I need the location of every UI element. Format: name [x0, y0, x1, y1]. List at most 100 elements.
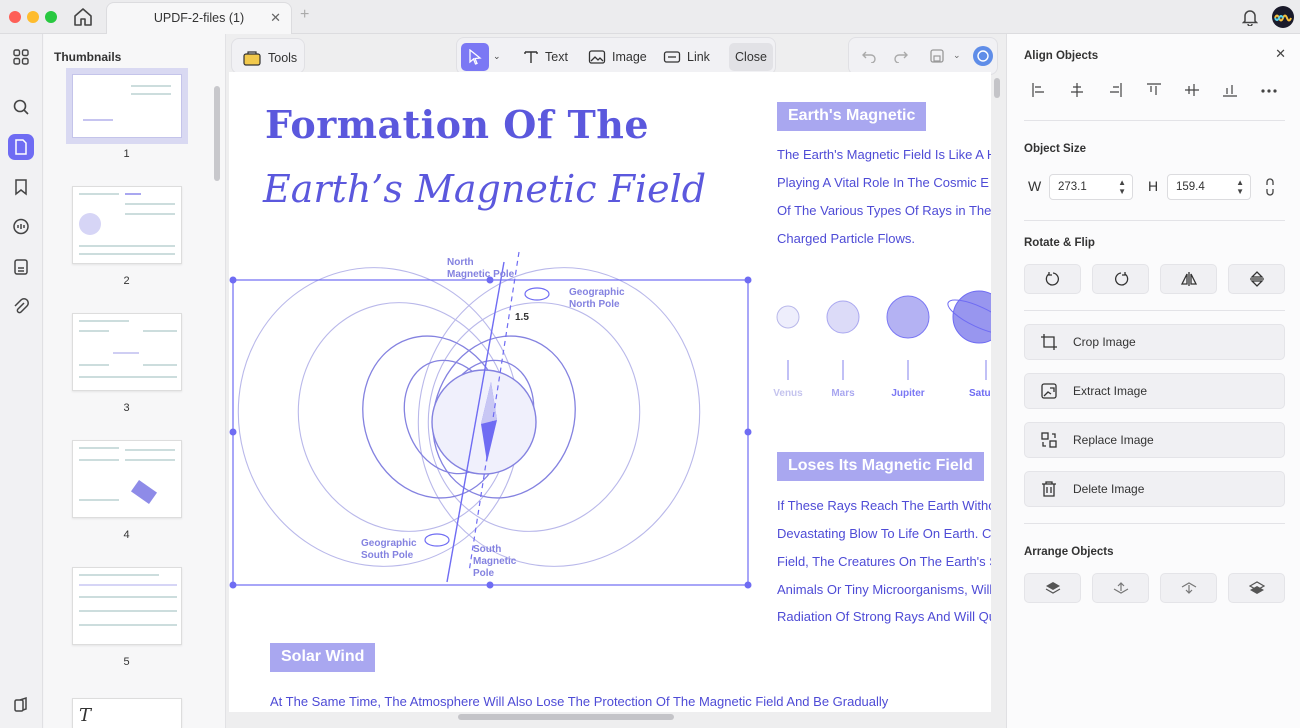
save-icon[interactable] [929, 48, 945, 69]
layers-icon[interactable] [8, 692, 34, 718]
rotate-flip-title: Rotate & Flip [1024, 237, 1095, 249]
send-to-back-icon [1248, 581, 1265, 594]
flip-vertical-button[interactable] [1228, 264, 1285, 294]
trash-icon [1042, 481, 1056, 497]
send-to-back-button[interactable] [1228, 573, 1285, 603]
earth-text-line[interactable]: Of The Various Types Of Rays in The [777, 203, 991, 218]
extract-image-button[interactable]: Extract Image [1024, 373, 1285, 409]
thumbnail-page-4[interactable] [72, 440, 182, 518]
bookmark-icon[interactable] [8, 174, 34, 200]
thumbnail-page-1[interactable] [66, 68, 188, 144]
rotate-right-button[interactable] [1092, 264, 1149, 294]
search-icon[interactable] [8, 94, 34, 120]
lock-ratio-icon[interactable] [1264, 177, 1276, 202]
attachment-icon[interactable] [8, 294, 34, 320]
document-tab[interactable]: UPDF-2-files (1) ✕ [106, 2, 292, 34]
grid-icon[interactable] [8, 44, 34, 70]
chevron-down-icon[interactable]: ⌄ [493, 51, 501, 62]
edit-toolbar: ⌄ Text Image Link Close [456, 37, 776, 75]
flip-horizontal-button[interactable] [1160, 264, 1217, 294]
left-rail [0, 34, 43, 728]
redo-icon[interactable] [893, 49, 909, 68]
loses-text-line[interactable]: If These Rays Reach The Earth Witho [777, 498, 991, 513]
cursor-icon [469, 49, 482, 65]
delete-image-button[interactable]: Delete Image [1024, 471, 1285, 507]
page-horizontal-scrollbar[interactable] [458, 714, 674, 720]
rotate-right-icon [1114, 272, 1128, 286]
thumbnail-page-5[interactable] [72, 567, 182, 645]
add-text-button[interactable]: Text [523, 44, 568, 70]
new-tab-icon[interactable]: + [300, 6, 309, 24]
page-number: 2 [123, 275, 130, 287]
thumbnails-title: Thumbnails [54, 50, 122, 64]
earth-text-line[interactable]: Charged Particle Flows. [777, 231, 915, 246]
add-link-button[interactable]: Link [663, 44, 710, 70]
comment-icon[interactable] [8, 214, 34, 240]
tools-group: Tools [242, 45, 297, 71]
select-tool-button[interactable] [461, 43, 489, 71]
north-magnetic-label-1: North [447, 257, 474, 268]
rotate-left-button[interactable] [1024, 264, 1081, 294]
height-value: 159.4 [1176, 181, 1205, 193]
stepper-icon[interactable]: ▲ ▼ [1236, 178, 1244, 196]
solar-wind-badge[interactable]: Solar Wind [270, 643, 376, 672]
flip-horizontal-icon [1180, 272, 1197, 286]
home-icon[interactable] [72, 7, 94, 27]
close-window-button[interactable] [9, 11, 21, 23]
loses-text-line[interactable]: Radiation Of Strong Rays And Will Qu [777, 609, 991, 624]
replace-icon [1041, 432, 1057, 448]
loses-text-line[interactable]: Animals Or Tiny Microorganisms, Will [777, 582, 991, 597]
thumbnails-scrollbar[interactable] [214, 86, 220, 181]
page-number: 3 [123, 402, 130, 414]
earth-text-line[interactable]: Playing A Vital Role In The Cosmic E [777, 175, 989, 190]
crop-image-button[interactable]: Crop Image [1024, 324, 1285, 360]
stepper-icon[interactable]: ▲ ▼ [1118, 178, 1126, 196]
chevron-down-icon[interactable]: ⌄ [953, 50, 961, 61]
thumbnail-page-2[interactable] [72, 186, 182, 264]
flip-vertical-icon [1249, 271, 1264, 287]
magnetic-field-diagram[interactable]: North Magnetic Pole Geographic North Pol… [229, 242, 759, 592]
close-edit-button[interactable]: Close [729, 43, 773, 71]
close-tab-icon[interactable]: ✕ [270, 3, 281, 33]
earth-magnetic-badge[interactable]: Earth's Magnetic [777, 102, 927, 131]
north-magnetic-label-2: Magnetic Pole [447, 269, 515, 280]
earth-text-line[interactable]: The Earth's Magnetic Field Is Like A H [777, 147, 991, 162]
zoom-window-button[interactable] [45, 11, 57, 23]
send-backward-button[interactable] [1160, 573, 1217, 603]
bring-to-front-button[interactable] [1024, 573, 1081, 603]
solar-wind-text[interactable]: At The Same Time, The Atmosphere Will Al… [270, 694, 888, 709]
close-panel-icon[interactable]: ✕ [1275, 46, 1286, 62]
height-input[interactable]: 159.4 ▲ ▼ [1167, 174, 1251, 200]
add-image-button[interactable]: Image [588, 44, 647, 70]
align-icons-row[interactable] [1031, 82, 1281, 98]
document-title-line1[interactable]: Formation Of The [265, 102, 649, 147]
bring-forward-icon [1113, 582, 1128, 594]
bring-forward-button[interactable] [1092, 573, 1149, 603]
tools-button[interactable]: Tools [231, 38, 305, 74]
pages-icon[interactable] [8, 254, 34, 280]
toolbox-icon [243, 51, 261, 66]
loses-text-line[interactable]: Field, The Creatures On The Earth's S [777, 554, 991, 569]
ai-assistant-icon[interactable] [973, 46, 993, 66]
undo-icon[interactable] [861, 49, 877, 68]
bell-icon[interactable] [1241, 8, 1259, 31]
thumbnail-page-3[interactable] [72, 313, 182, 391]
document-title-line2[interactable]: Earth’s Magnetic Field [263, 167, 706, 211]
width-input[interactable]: 273.1 ▲ ▼ [1049, 174, 1133, 200]
text-label: Text [545, 50, 568, 64]
align-bottom-icon [1223, 85, 1237, 97]
crop-image-label: Crop Image [1073, 335, 1136, 349]
geo-south-label-1: Geographic [361, 538, 417, 549]
planets-graphic[interactable]: Venus Mars Jupiter Satu [769, 282, 991, 402]
replace-image-button[interactable]: Replace Image [1024, 422, 1285, 458]
thumbnail-page-6[interactable]: T [72, 698, 182, 728]
align-right-icon [1110, 83, 1122, 97]
app-logo-icon[interactable] [1272, 6, 1294, 28]
align-left-icon [1032, 83, 1044, 97]
loses-magnetic-badge[interactable]: Loses Its Magnetic Field [777, 452, 984, 481]
edit-pdf-icon[interactable] [8, 134, 34, 160]
page-vertical-scrollbar[interactable] [994, 78, 1000, 98]
planet-jupiter-label: Jupiter [891, 388, 924, 399]
loses-text-line[interactable]: Devastating Blow To Life On Earth. C [777, 526, 991, 541]
minimize-window-button[interactable] [27, 11, 39, 23]
